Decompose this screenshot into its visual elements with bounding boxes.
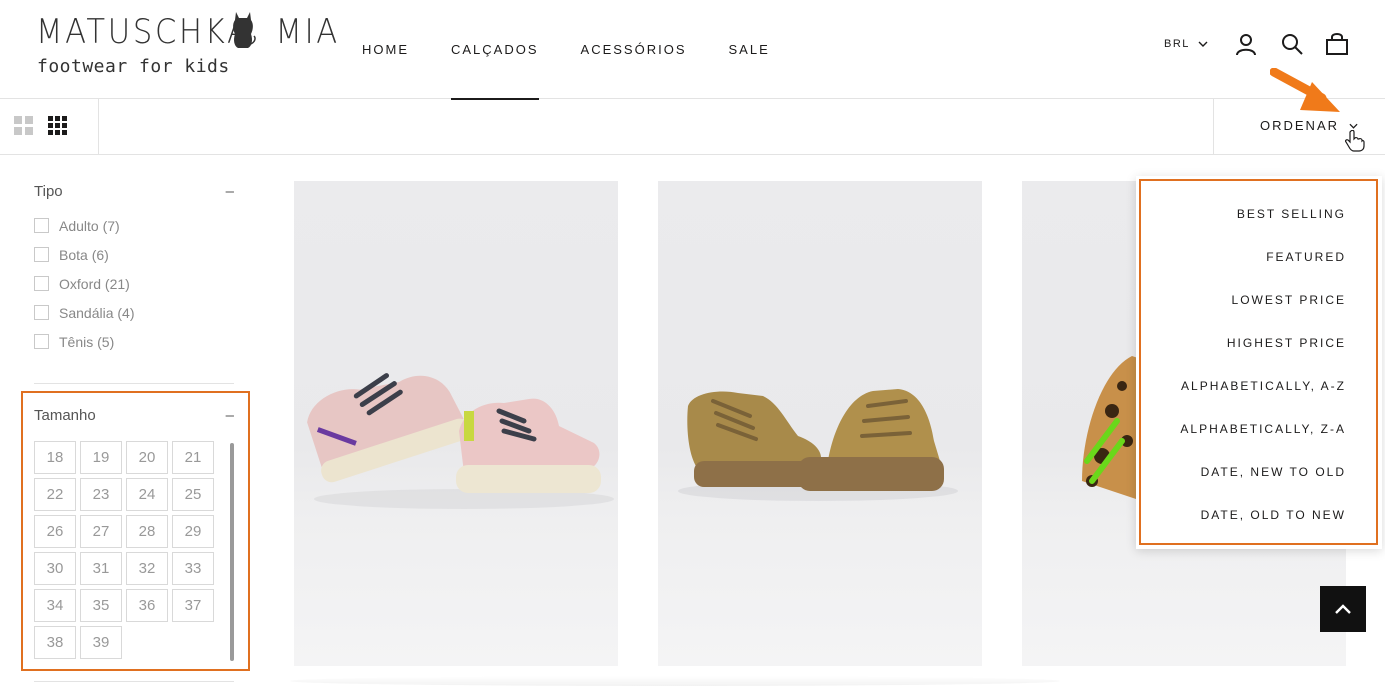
cat-logo-icon xyxy=(233,12,256,48)
account-icon[interactable] xyxy=(1234,32,1258,56)
size-option[interactable]: 33 xyxy=(172,552,214,585)
size-option[interactable]: 35 xyxy=(80,589,122,622)
checkbox[interactable] xyxy=(34,247,49,262)
filter-option-label: Oxford (21) xyxy=(59,275,130,292)
currency-selector[interactable]: BRL xyxy=(1164,38,1208,50)
size-option[interactable]: 38 xyxy=(34,626,76,659)
product-card[interactable] xyxy=(658,181,982,666)
nav-item-calcados[interactable]: CALÇADOS xyxy=(451,0,539,100)
size-option[interactable]: 28 xyxy=(126,515,168,548)
divider xyxy=(34,383,234,384)
chevron-up-icon xyxy=(1335,604,1351,614)
size-option[interactable]: 39 xyxy=(80,626,122,659)
size-option[interactable]: 19 xyxy=(80,441,122,474)
filter-option-label: Bota (6) xyxy=(59,246,109,263)
brand-logo[interactable]: MATUSCHKA MIA footwear for kids xyxy=(36,12,337,82)
size-option[interactable]: 23 xyxy=(80,478,122,511)
scrollbar[interactable] xyxy=(230,443,234,661)
sort-options-list: BEST SELLING FEATURED LOWEST PRICE HIGHE… xyxy=(1140,192,1346,536)
checkbox[interactable] xyxy=(34,276,49,291)
site-header: MATUSCHKA MIA footwear for kids HOME CAL… xyxy=(0,0,1385,100)
divider xyxy=(34,681,234,682)
back-to-top-button[interactable] xyxy=(1320,586,1366,632)
filter-tipo-options: Adulto (7) Bota (6) Oxford (21) Sandália… xyxy=(34,211,234,356)
filter-sidebar: Tipo – Adulto (7) Bota (6) Oxford (21) S… xyxy=(34,155,234,356)
checkbox[interactable] xyxy=(34,334,49,349)
chevron-down-icon xyxy=(1349,123,1358,129)
size-option[interactable]: 26 xyxy=(34,515,76,548)
main-nav: HOME CALÇADOS ACESSÓRIOS SALE xyxy=(362,0,812,100)
cart-icon[interactable] xyxy=(1325,32,1349,56)
sort-option-lowest-price[interactable]: LOWEST PRICE xyxy=(1140,278,1346,321)
size-option[interactable]: 18 xyxy=(34,441,76,474)
size-option[interactable]: 36 xyxy=(126,589,168,622)
sort-label: ORDENAR xyxy=(1260,118,1340,133)
size-option[interactable]: 32 xyxy=(126,552,168,585)
filter-option[interactable]: Tênis (5) xyxy=(34,327,234,356)
size-option[interactable]: 25 xyxy=(172,478,214,511)
filter-option[interactable]: Sandália (4) xyxy=(34,298,234,327)
annotation-arrow-icon xyxy=(1270,68,1340,112)
nav-item-sale[interactable]: SALE xyxy=(729,0,770,99)
sort-option-highest-price[interactable]: HIGHEST PRICE xyxy=(1140,321,1346,364)
logo-wordmark: MATUSCHKA MIA xyxy=(36,12,340,52)
chevron-down-icon xyxy=(1198,41,1208,47)
filter-tipo-header[interactable]: Tipo – xyxy=(34,183,234,200)
sort-option-featured[interactable]: FEATURED xyxy=(1140,235,1346,278)
size-option[interactable]: 22 xyxy=(34,478,76,511)
checkbox[interactable] xyxy=(34,305,49,320)
product-card[interactable] xyxy=(294,181,618,666)
filter-tipo-title: Tipo xyxy=(34,183,63,200)
size-option[interactable]: 30 xyxy=(34,552,76,585)
filter-option[interactable]: Bota (6) xyxy=(34,240,234,269)
size-grid: 18 19 20 21 22 23 24 25 26 27 28 29 30 31 32 33 34 35 36 37… xyxy=(34,441,218,659)
size-option[interactable]: 29 xyxy=(172,515,214,548)
size-option[interactable]: 37 xyxy=(172,589,214,622)
size-option[interactable]: 31 xyxy=(80,552,122,585)
size-option[interactable]: 34 xyxy=(34,589,76,622)
collection-toolbar: ORDENAR xyxy=(0,99,1385,155)
product-image-gold-boots xyxy=(678,389,958,501)
size-option[interactable]: 27 xyxy=(80,515,122,548)
currency-label: BRL xyxy=(1164,38,1190,50)
grid-2-icon[interactable] xyxy=(14,116,34,136)
collapse-icon: – xyxy=(225,407,234,424)
product-image-pink-sneakers xyxy=(307,373,614,509)
sort-option-alpha-za[interactable]: ALPHABETICALLY, Z-A xyxy=(1140,407,1346,450)
hand-cursor-icon xyxy=(1345,130,1365,152)
sort-button[interactable]: ORDENAR xyxy=(1260,118,1358,133)
collapse-icon: – xyxy=(225,183,234,200)
shadow xyxy=(290,676,1060,686)
filter-tamanho-title: Tamanho xyxy=(34,407,96,424)
search-icon[interactable] xyxy=(1280,32,1304,56)
filter-option-label: Sandália (4) xyxy=(59,304,135,321)
size-option[interactable]: 24 xyxy=(126,478,168,511)
nav-item-acessorios[interactable]: ACESSÓRIOS xyxy=(581,0,687,99)
filter-tamanho-highlight: Tamanho – 18 19 20 21 22 23 24 25 26 27 28 29 30 31 32… xyxy=(21,391,250,671)
sort-option-best-selling[interactable]: BEST SELLING xyxy=(1140,192,1346,235)
checkbox[interactable] xyxy=(34,218,49,233)
filter-tamanho-header[interactable]: Tamanho – xyxy=(34,407,234,424)
sort-option-date-old-new[interactable]: DATE, OLD TO NEW xyxy=(1140,493,1346,536)
size-option[interactable]: 21 xyxy=(172,441,214,474)
sort-option-alpha-az[interactable]: ALPHABETICALLY, A-Z xyxy=(1140,364,1346,407)
nav-item-home[interactable]: HOME xyxy=(362,0,409,99)
sort-option-date-new-old[interactable]: DATE, NEW TO OLD xyxy=(1140,450,1346,493)
layout-toggle xyxy=(0,99,99,154)
filter-option-label: Adulto (7) xyxy=(59,217,120,234)
logo-tagline: footwear for kids xyxy=(37,56,230,77)
size-option[interactable]: 20 xyxy=(126,441,168,474)
filter-option[interactable]: Oxford (21) xyxy=(34,269,234,298)
filter-option[interactable]: Adulto (7) xyxy=(34,211,234,240)
grid-3-icon[interactable] xyxy=(48,116,68,136)
filter-option-label: Tênis (5) xyxy=(59,333,115,350)
